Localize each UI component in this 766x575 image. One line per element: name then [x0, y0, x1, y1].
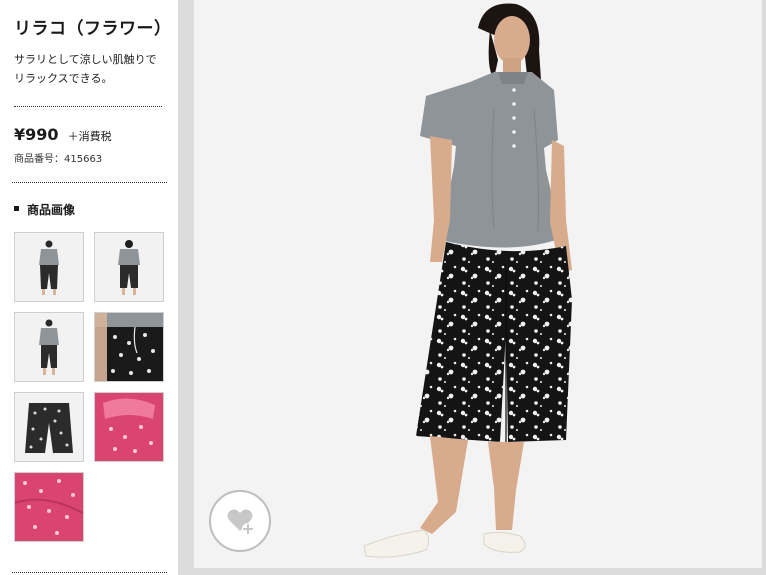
main-image-area: [192, 0, 766, 575]
product-title: リラコ（フラワー）: [14, 19, 172, 39]
product-sidebar: リラコ（フラワー） サラリとして涼しい肌触りで リラックスできる。 ¥990 ＋…: [0, 0, 178, 575]
main-product-image: [194, 0, 762, 568]
price: ¥990: [14, 125, 59, 144]
product-number: 商品番号：415663: [14, 154, 103, 165]
gallery-heading: 商品画像: [14, 201, 75, 218]
description-line: サラリとして涼しい肌触りで: [14, 53, 157, 66]
thumbnail-waist-detail[interactable]: [94, 312, 164, 382]
column-divider: [178, 0, 192, 575]
thumbnail-model-front-2[interactable]: [14, 312, 84, 382]
thumbnail-pink-detail[interactable]: [94, 392, 164, 462]
tax-note: ＋消費税: [67, 130, 112, 143]
thumbnail-model-back[interactable]: [94, 232, 164, 302]
divider: [14, 106, 162, 107]
bullet-icon: [14, 206, 19, 211]
thumbnail-flat-pants[interactable]: [14, 392, 84, 462]
thumbnail-model-front[interactable]: [14, 232, 84, 302]
product-description: サラリとして涼しい肌触りで リラックスできる。: [14, 50, 170, 88]
divider: [12, 572, 167, 573]
description-line: リラックスできる。: [14, 72, 113, 85]
favorite-button[interactable]: [209, 490, 271, 552]
price-block: ¥990 ＋消費税: [14, 125, 112, 144]
thumbnail-pink-fabric[interactable]: [14, 472, 84, 542]
heart-plus-icon: [227, 509, 254, 535]
divider: [12, 182, 167, 183]
gallery-heading-text: 商品画像: [27, 203, 76, 217]
